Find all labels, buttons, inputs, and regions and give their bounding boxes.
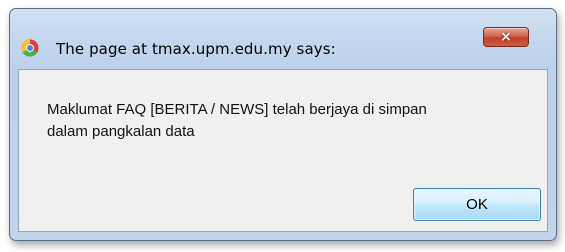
- alert-dialog: The page at tmax.upm.edu.my says: × Makl…: [9, 8, 557, 241]
- message-line: Maklumat FAQ [BERITA / NEWS] telah berja…: [47, 101, 427, 118]
- dialog-title: The page at tmax.upm.edu.my says:: [56, 40, 336, 58]
- dialog-body: Maklumat FAQ [BERITA / NEWS] telah berja…: [18, 69, 548, 232]
- dialog-message: Maklumat FAQ [BERITA / NEWS] telah berja…: [47, 99, 527, 143]
- close-icon: ×: [500, 29, 512, 45]
- chrome-icon: [21, 39, 39, 57]
- ok-button[interactable]: OK: [413, 188, 541, 221]
- message-line: dalam pangkalan data: [47, 123, 195, 140]
- close-button[interactable]: ×: [483, 27, 529, 47]
